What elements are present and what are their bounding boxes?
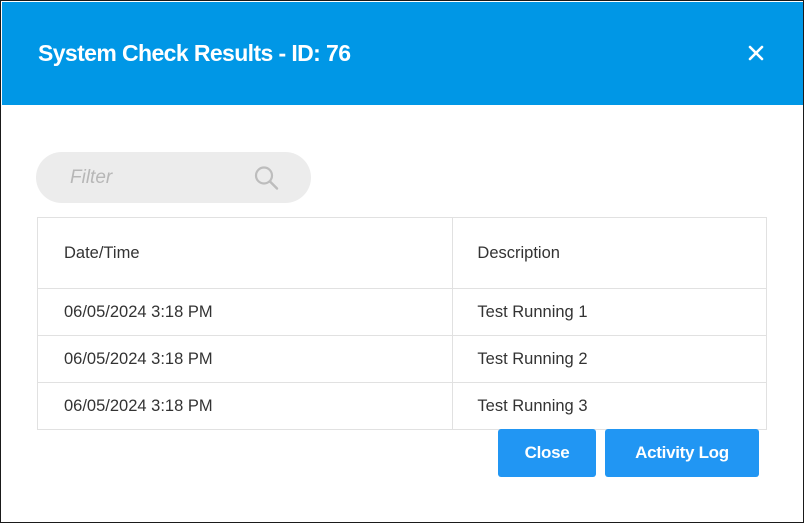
table-row[interactable]: 06/05/2024 3:18 PM Test Running 2 (36, 335, 767, 383)
row-datetime: 06/05/2024 3:18 PM (36, 382, 454, 430)
close-button[interactable]: Close (498, 429, 596, 477)
search-icon[interactable] (252, 164, 280, 192)
row-datetime: 06/05/2024 3:18 PM (36, 335, 454, 383)
close-icon[interactable] (746, 43, 766, 63)
table-row[interactable]: 06/05/2024 3:18 PM Test Running 3 (36, 382, 767, 430)
row-description: Test Running 1 (452, 288, 767, 336)
filter-input[interactable] (70, 165, 240, 191)
dialog-header: System Check Results - ID: 76 (2, 2, 803, 105)
dialog-title: System Check Results - ID: 76 (38, 40, 351, 66)
row-description: Test Running 2 (452, 335, 767, 383)
row-description: Test Running 3 (452, 382, 767, 430)
system-check-dialog: System Check Results - ID: 76 Date/Time … (0, 0, 804, 523)
column-header-description[interactable]: Description (452, 217, 767, 289)
table-header-row: Date/Time Description (36, 217, 767, 289)
results-table: Date/Time Description 06/05/2024 3:18 PM… (36, 217, 767, 430)
row-datetime: 06/05/2024 3:18 PM (36, 288, 454, 336)
activity-log-button[interactable]: Activity Log (605, 429, 759, 477)
table-row[interactable]: 06/05/2024 3:18 PM Test Running 1 (36, 288, 767, 336)
column-header-datetime[interactable]: Date/Time (36, 217, 454, 289)
